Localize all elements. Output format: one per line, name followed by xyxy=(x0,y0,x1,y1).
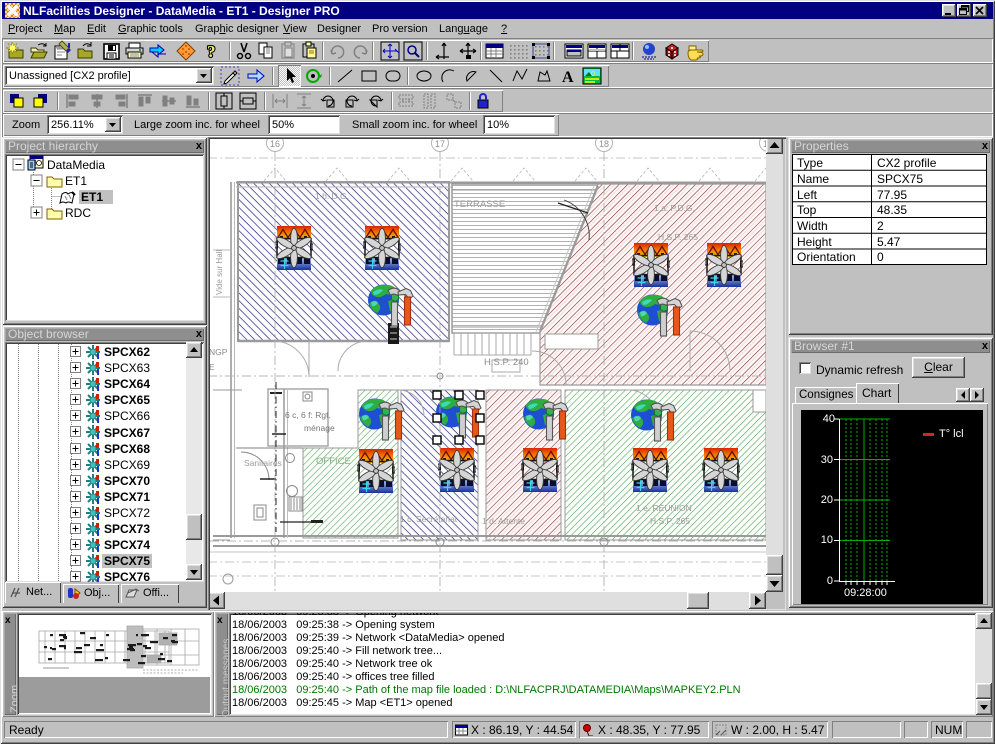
svg-text:0: 0 xyxy=(591,71,595,78)
svg-text:17: 17 xyxy=(435,139,445,149)
svg-text:1 c. Secrétariat: 1 c. Secrétariat xyxy=(400,514,458,524)
svg-text:A: A xyxy=(562,69,574,86)
svg-text:18: 18 xyxy=(599,139,609,149)
svg-text:Vide sur Hall: Vide sur Hall xyxy=(215,250,224,295)
svg-text:H.S.P. 240: H.S.P. 240 xyxy=(484,357,529,368)
svg-text:1 b: D.G.: 1 b: D.G. xyxy=(315,191,349,201)
svg-text:?: ? xyxy=(207,42,216,61)
svg-text:H.S.P. 265: H.S.P. 265 xyxy=(658,232,698,242)
svg-text:E: E xyxy=(209,362,215,372)
svg-text:6 c, 6 f: Rgt.: 6 c, 6 f: Rgt. xyxy=(285,410,331,420)
svg-text:1 e. RÉUNION: 1 e. RÉUNION xyxy=(636,503,692,513)
svg-text:H.S.P. 265: H.S.P. 265 xyxy=(650,516,690,526)
svg-text:16: 16 xyxy=(270,139,280,149)
svg-text:NGP: NGP xyxy=(209,347,228,357)
svg-text:1 d. Attente: 1 d. Attente xyxy=(482,516,525,526)
svg-text:1 a: P.D.G.: 1 a: P.D.G. xyxy=(654,203,695,213)
svg-text:TERRASSE: TERRASSE xyxy=(454,199,505,210)
svg-text:OFFICE: OFFICE xyxy=(316,456,351,467)
svg-text:Sanitaires: Sanitaires xyxy=(244,458,282,468)
svg-text:ménage: ménage xyxy=(304,423,335,433)
